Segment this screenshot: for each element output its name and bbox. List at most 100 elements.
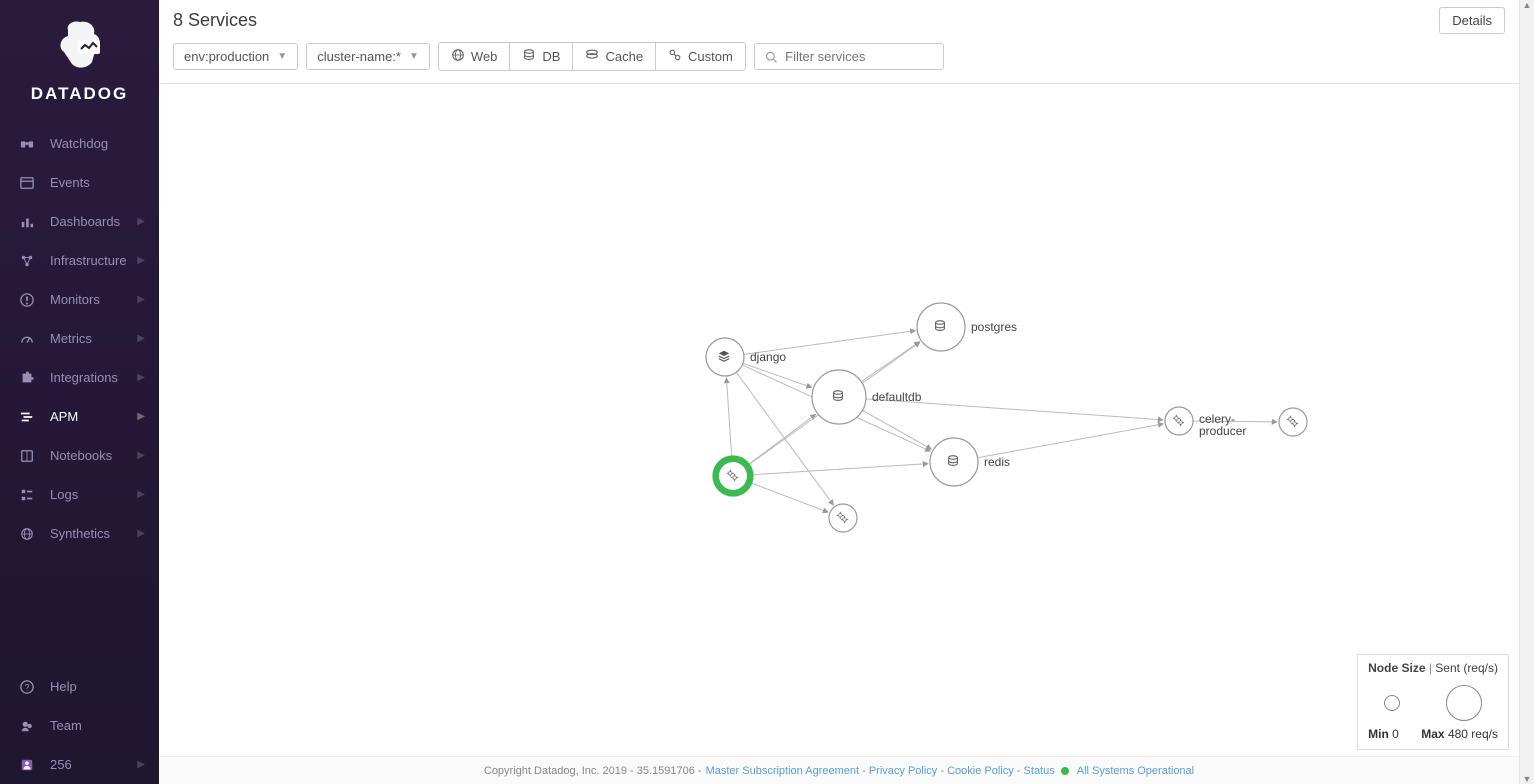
env-filter-dropdown[interactable]: env:production ▼ <box>173 43 298 70</box>
globe-icon <box>16 527 38 541</box>
footer-link[interactable]: Master Subscription Agreement <box>706 765 859 777</box>
brand-name: DATADOG <box>0 84 159 104</box>
db-icon <box>522 48 536 65</box>
sidebar-item-logs[interactable]: Logs▶ <box>0 475 159 514</box>
sidebar-item-integrations[interactable]: Integrations ▶ <box>0 358 159 397</box>
sidebar-bottom-help[interactable]: ?Help <box>0 667 159 706</box>
service-edge <box>861 342 919 382</box>
service-edge <box>749 414 816 464</box>
footer-link[interactable]: Cookie Policy <box>947 765 1014 777</box>
service-node-celery-producer[interactable]: celery-producer <box>1165 407 1246 438</box>
layers-icon <box>717 349 733 365</box>
cluster-filter-value: cluster-name:* <box>317 49 401 64</box>
service-node-small2[interactable] <box>1279 408 1307 436</box>
nav-label: Synthetics <box>50 526 110 541</box>
gauge-icon <box>16 332 38 346</box>
help-icon: ? <box>16 680 38 694</box>
chevron-down-icon: ▼ <box>277 51 287 62</box>
legend-min-circle <box>1384 695 1400 711</box>
node-size-legend: Node Size | Sent (req/s) Min 0 Max 480 r… <box>1357 654 1509 750</box>
service-label: defaultdb <box>872 390 922 404</box>
svg-text:?: ? <box>25 682 30 692</box>
sidebar-item-monitors[interactable]: Monitors▶ <box>0 280 159 319</box>
sidebar-item-notebooks[interactable]: Notebooks ▶ <box>0 436 159 475</box>
chevron-right-icon: ▶ <box>137 528 145 539</box>
type-filter-cache[interactable]: Cache <box>573 42 656 71</box>
service-label: django <box>750 350 786 364</box>
nav-label: Watchdog <box>50 136 108 151</box>
nav-label: Metrics <box>50 331 92 346</box>
sidebar-bottom-team[interactable]: Team <box>0 706 159 745</box>
nav-label: Infrastructure <box>50 253 127 268</box>
footer-link[interactable]: Status <box>1024 765 1055 777</box>
nav-label: Team <box>50 718 82 733</box>
db-icon <box>933 319 949 335</box>
service-map-canvas[interactable]: django defaultdb postgres redis celery-produ… <box>159 76 1519 756</box>
cogs-icon <box>835 510 851 526</box>
page-title: 8 Services <box>173 10 257 31</box>
chart-icon <box>16 215 38 229</box>
search-icon <box>765 50 777 64</box>
legend-title-metric: Sent (req/s) <box>1435 661 1498 675</box>
avatar-icon <box>16 758 38 772</box>
sidebar-item-infrastructure[interactable]: Infrastructure▶ <box>0 241 159 280</box>
db-icon <box>946 454 962 470</box>
nav-label: Logs <box>50 487 78 502</box>
type-filter-custom[interactable]: Custom <box>656 42 746 71</box>
service-edge <box>753 464 928 475</box>
brand-logo[interactable]: DATADOG <box>0 0 159 124</box>
sidebar-bottom-256[interactable]: 256 ▶ <box>0 745 159 784</box>
calendar-icon <box>16 176 38 190</box>
sidebar-item-synthetics[interactable]: Synthetics ▶ <box>0 514 159 553</box>
service-node-postgres[interactable]: postgres <box>917 303 1017 351</box>
service-node-redis[interactable]: redis <box>930 438 1010 486</box>
sidebar-item-metrics[interactable]: Metrics▶ <box>0 319 159 358</box>
env-filter-value: env:production <box>184 49 269 64</box>
service-edge <box>863 410 932 449</box>
db-icon <box>831 389 847 405</box>
legend-title-bold: Node Size <box>1368 661 1425 675</box>
cogs-icon <box>1171 413 1187 429</box>
web-icon <box>451 48 465 65</box>
service-edge <box>726 378 731 456</box>
nav-label: Monitors <box>50 292 100 307</box>
chevron-right-icon: ▶ <box>137 450 145 461</box>
cogs-icon <box>725 468 741 484</box>
nav-label: Integrations <box>50 370 118 385</box>
service-node-django[interactable]: django <box>706 338 786 376</box>
cluster-filter-dropdown[interactable]: cluster-name:* ▼ <box>306 43 430 70</box>
sidebar-item-dashboards[interactable]: Dashboards▶ <box>0 202 159 241</box>
filter-services-search[interactable] <box>754 43 944 70</box>
service-label: celery-producer <box>1199 412 1246 438</box>
footer-link[interactable]: Privacy Policy <box>869 765 937 777</box>
chevron-right-icon: ▶ <box>137 759 145 770</box>
binoculars-icon <box>16 137 38 151</box>
service-label: redis <box>984 455 1010 469</box>
sidebar-item-events[interactable]: Events <box>0 163 159 202</box>
chevron-right-icon: ▶ <box>137 411 145 422</box>
alert-icon <box>16 293 38 307</box>
details-button[interactable]: Details <box>1439 7 1505 34</box>
filter-services-input[interactable] <box>785 49 933 64</box>
service-node-small1[interactable] <box>829 504 857 532</box>
vertical-scrollbar[interactable]: ▲ ▼ <box>1519 0 1534 784</box>
nav-label: 256 <box>50 757 72 772</box>
sidebar: DATADOG WatchdogEventsDashboards▶Infrast… <box>0 0 159 784</box>
chevron-right-icon: ▶ <box>137 372 145 383</box>
nav-label: APM <box>50 409 78 424</box>
service-node-green[interactable] <box>713 456 753 496</box>
team-icon <box>16 719 38 733</box>
nodes-icon <box>16 254 38 268</box>
type-filter-db[interactable]: DB <box>510 42 573 71</box>
nav-label: Notebooks <box>50 448 112 463</box>
service-edge <box>978 424 1164 458</box>
nav-label: Dashboards <box>50 214 120 229</box>
sidebar-item-apm[interactable]: APM ▶ <box>0 397 159 436</box>
footer-status-link[interactable]: All Systems Operational <box>1077 765 1194 777</box>
type-filter-web[interactable]: Web <box>438 42 511 71</box>
cogs-icon <box>1285 414 1301 430</box>
service-edge <box>752 483 828 512</box>
nav-label: Events <box>50 175 90 190</box>
sidebar-item-watchdog[interactable]: Watchdog <box>0 124 159 163</box>
chevron-down-icon: ▼ <box>409 51 419 62</box>
